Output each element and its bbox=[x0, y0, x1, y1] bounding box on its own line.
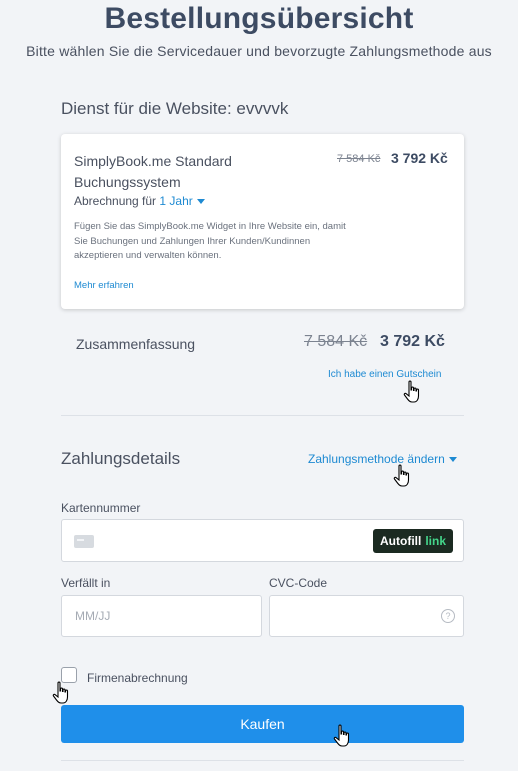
autofill-label: Autofill bbox=[380, 534, 422, 548]
billing-label: Abrechnung für bbox=[74, 194, 157, 208]
link-logo: link bbox=[425, 534, 446, 548]
autofill-link-button[interactable]: Autofill link bbox=[373, 529, 453, 553]
cvc-input[interactable]: ? bbox=[269, 595, 464, 637]
voucher-link[interactable]: Ich habe einen Gutschein bbox=[328, 369, 441, 380]
learn-more-link[interactable]: Mehr erfahren bbox=[74, 280, 134, 291]
billing-period-dropdown[interactable]: 1 Jahr bbox=[159, 194, 205, 208]
hand-pointer-icon bbox=[52, 681, 69, 704]
product-card: SimplyBook.me Standard Buchungssystem 7 … bbox=[61, 134, 464, 309]
summary-new-price: 3 792 Kč bbox=[380, 333, 445, 350]
summary-old-price: 7 584 Kč bbox=[304, 333, 368, 350]
page-title: Bestellungsübersicht bbox=[104, 2, 414, 35]
chevron-down-icon[interactable] bbox=[196, 199, 205, 205]
change-payment-method-link[interactable]: Zahlungsmethode ändern bbox=[308, 452, 457, 466]
card-number-input[interactable]: Autofill link bbox=[61, 519, 464, 562]
expiry-input[interactable]: MM/JJ bbox=[61, 595, 262, 637]
hand-pointer-icon bbox=[333, 724, 350, 747]
product-new-price: 3 792 Kč bbox=[391, 150, 448, 166]
chevron-down-icon[interactable] bbox=[448, 457, 457, 463]
expiry-placeholder: MM/JJ bbox=[75, 609, 111, 623]
summary-label: Zusammenfassung bbox=[76, 336, 196, 352]
divider bbox=[61, 415, 464, 416]
billing-period-value[interactable]: 1 Jahr bbox=[159, 194, 192, 208]
company-billing-label: Firmenabrechnung bbox=[87, 671, 188, 685]
expiry-label: Verfällt in bbox=[61, 576, 111, 590]
change-payment-method-label[interactable]: Zahlungsmethode ändern bbox=[308, 452, 445, 466]
hand-pointer-icon bbox=[403, 380, 420, 403]
cvc-label: CVC-Code bbox=[269, 576, 328, 590]
page-subtitle: Bitte wählen Sie die Servicedauer und be… bbox=[26, 43, 492, 59]
product-description: Fügen Sie das SimplyBook.me Widget in Ih… bbox=[74, 221, 346, 261]
buy-button[interactable]: Kaufen bbox=[61, 705, 464, 743]
product-name: SimplyBook.me Standard Buchungssystem bbox=[74, 153, 232, 190]
card-number-label: Kartennummer bbox=[61, 501, 141, 515]
billing-period-row: Abrechnung für 1 Jahr bbox=[74, 194, 205, 208]
credit-card-icon bbox=[74, 535, 94, 548]
hand-pointer-icon bbox=[393, 464, 410, 487]
service-section-title: Dienst für die Website: evvvvk bbox=[61, 99, 289, 118]
help-icon[interactable]: ? bbox=[441, 609, 455, 623]
divider bbox=[61, 760, 464, 761]
payment-section-title: Zahlungsdetails bbox=[61, 449, 181, 468]
product-old-price: 7 584 Kč bbox=[337, 153, 381, 165]
